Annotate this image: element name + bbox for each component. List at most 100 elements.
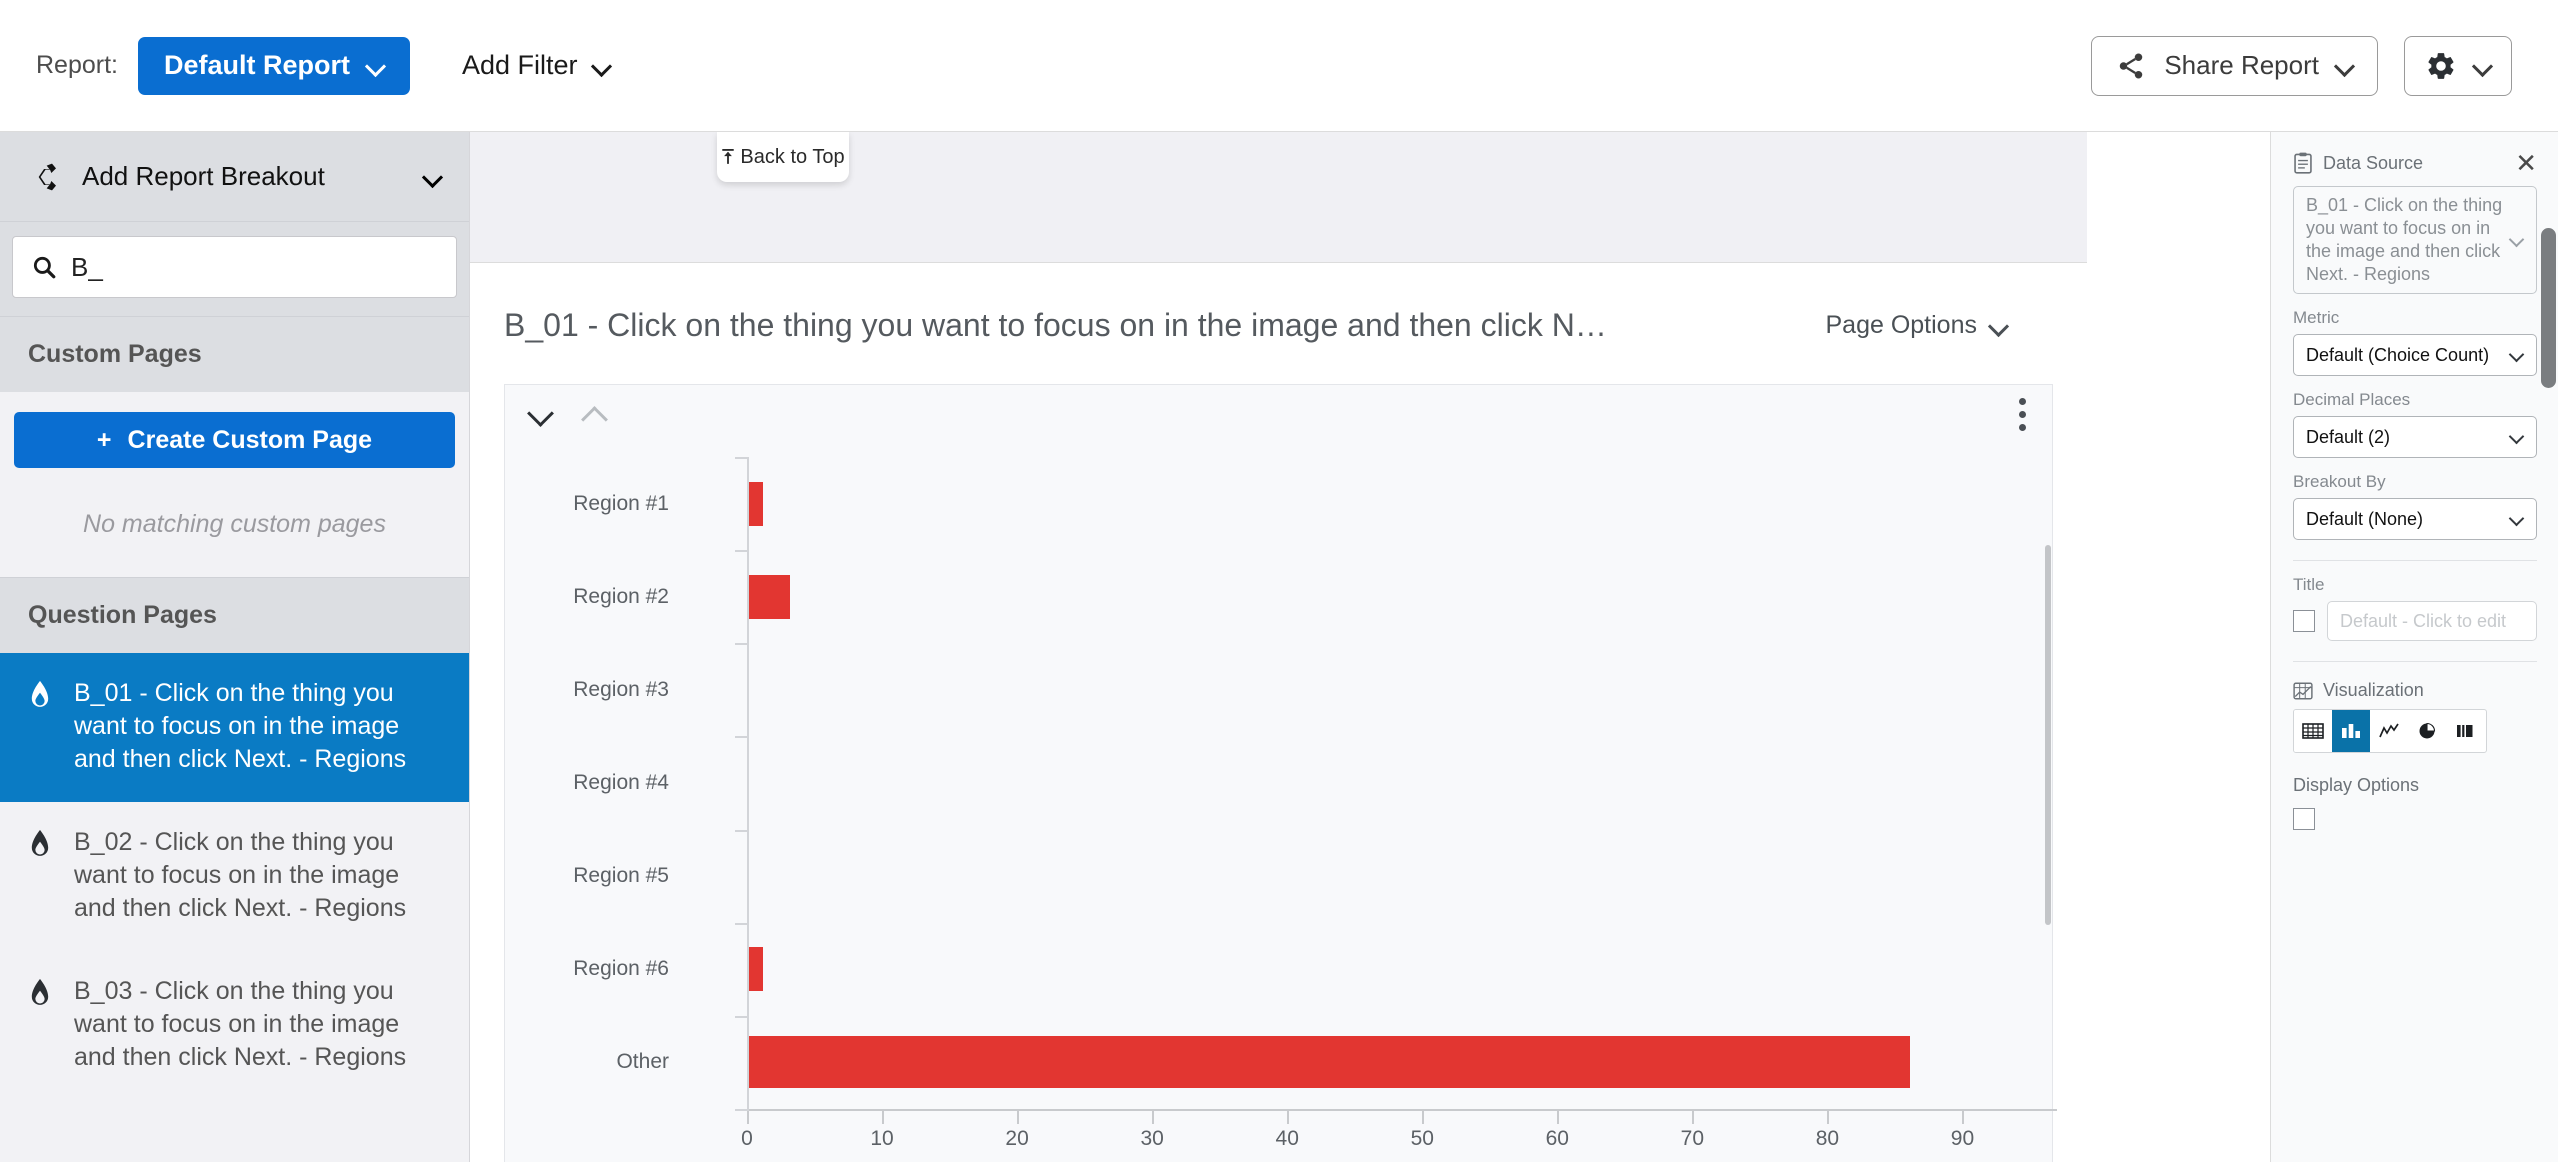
chevron-down-icon <box>2511 349 2524 362</box>
sidebar-item-b01[interactable]: B_01 - Click on the thing you want to fo… <box>0 653 469 802</box>
close-icon[interactable]: ✕ <box>2515 150 2537 176</box>
report-label: Report: <box>36 51 118 79</box>
add-filter-label: Add Filter <box>462 50 578 80</box>
left-sidebar: Add Report Breakout B_ Custom Pages + Cr… <box>0 132 470 1162</box>
share-report-label: Share Report <box>2164 50 2319 80</box>
metric-select[interactable]: Default (Choice Count) <box>2293 334 2537 377</box>
title-row: Default - Click to edit <box>2271 601 2558 642</box>
chart-card: Region #1 Region #2 Region #3 Region #4 Regi… <box>504 384 2057 1162</box>
x-axis-tick <box>1557 1111 1560 1124</box>
bar-chart: Region #1 Region #2 Region #3 Region #4 Regi… <box>505 443 2057 1162</box>
visualization-type-group <box>2293 709 2487 754</box>
y-axis-label: Region #1 <box>573 491 669 515</box>
x-axis-tick <box>1692 1111 1695 1124</box>
decimal-places-value: Default (2) <box>2306 426 2391 447</box>
create-custom-page-label: Create Custom Page <box>127 425 373 454</box>
page-options-button[interactable]: Page Options <box>1826 311 2054 340</box>
data-source-title: Data Source <box>2323 152 2424 173</box>
breakout-by-select[interactable]: Default (None) <box>2293 498 2537 541</box>
x-axis-tick <box>882 1111 885 1124</box>
kebab-dot <box>2019 397 2026 405</box>
metric-label: Metric <box>2293 308 2340 328</box>
pie-chart-icon[interactable] <box>2408 710 2446 753</box>
x-axis-tick <box>1017 1111 1020 1124</box>
kebab-dot <box>2019 423 2026 431</box>
search-input[interactable]: B_ <box>12 236 457 298</box>
chevron-down-icon <box>368 58 384 74</box>
breakout-icon <box>28 161 60 193</box>
page-scrollbar-thumb[interactable] <box>2541 228 2556 388</box>
add-filter-button[interactable]: Add Filter <box>440 37 632 95</box>
x-axis-label: 30 <box>1140 1127 1164 1150</box>
metric-field: Metric Default (Choice Count) <box>2271 308 2558 377</box>
display-options-checkbox[interactable] <box>2293 808 2315 831</box>
title-checkbox[interactable] <box>2293 610 2315 633</box>
chevron-down-icon <box>594 58 610 74</box>
flame-icon <box>28 677 52 776</box>
back-to-top-label: Back to Top <box>740 145 845 168</box>
page-scrollbar-track[interactable] <box>2540 132 2558 1162</box>
page-header: B_01 - Click on the thing you want to fo… <box>470 263 2087 344</box>
default-report-button[interactable]: Default Report <box>137 36 410 95</box>
visualization-header: Visualization <box>2271 662 2558 709</box>
panel-divider <box>2293 560 2537 562</box>
create-custom-page-container: + Create Custom Page <box>0 392 469 484</box>
x-axis-line <box>747 1109 2057 1111</box>
y-axis-line <box>747 457 749 1109</box>
share-report-button[interactable]: Share Report <box>2091 35 2378 96</box>
x-axis-label: 70 <box>1680 1127 1705 1150</box>
decimal-places-label: Decimal Places <box>2293 390 2411 410</box>
bar[interactable] <box>749 481 763 526</box>
top-toolbar: Report: Default Report Add Filter Share … <box>0 0 2558 132</box>
y-axis-tick <box>735 643 749 646</box>
bar[interactable] <box>749 574 790 619</box>
page-options-label: Page Options <box>1825 311 1978 339</box>
display-options-label: Display Options <box>2293 775 2420 796</box>
kebab-dot <box>2019 410 2026 418</box>
top-toolbar-right: Share Report <box>2091 35 2558 96</box>
data-source-select[interactable]: B_01 - Click on the thing you want to fo… <box>2293 186 2537 295</box>
chart-menu-button[interactable] <box>2019 397 2026 431</box>
title-field: Title <box>2271 575 2558 595</box>
x-axis-label: 20 <box>1005 1127 1029 1150</box>
sidebar-item-label: B_02 - Click on the thing you want to fo… <box>74 828 407 922</box>
question-pages-header: Question Pages <box>0 577 469 653</box>
no-custom-pages-message: No matching custom pages <box>0 484 469 577</box>
table-icon[interactable] <box>2294 710 2332 753</box>
chevron-down-icon[interactable] <box>531 404 551 424</box>
x-axis-tick <box>1827 1111 1830 1124</box>
title-label: Title <box>2293 575 2325 595</box>
chart-scrollbar-thumb[interactable] <box>2045 545 2051 925</box>
title-input[interactable]: Default - Click to edit <box>2327 601 2537 642</box>
sidebar-item-b03[interactable]: B_03 - Click on the thing you want to fo… <box>0 951 469 1100</box>
x-axis-label: 60 <box>1545 1127 1569 1150</box>
column-chart-icon[interactable] <box>2446 710 2484 753</box>
bar[interactable] <box>749 947 763 992</box>
chevron-down-icon <box>2511 431 2524 444</box>
chart-plot-area: Region #1 Region #2 Region #3 Region #4 Regi… <box>505 443 2057 1162</box>
chevron-up-icon[interactable] <box>585 404 605 424</box>
y-axis-tick <box>735 736 749 739</box>
flame-icon <box>28 826 52 925</box>
search-icon <box>31 254 57 280</box>
x-axis-label: 40 <box>1275 1127 1299 1150</box>
x-axis-label: 10 <box>870 1127 894 1150</box>
add-report-breakout-button[interactable]: Add Report Breakout <box>0 132 469 222</box>
back-to-top-button[interactable]: Back to Top <box>717 132 849 182</box>
create-custom-page-button[interactable]: + Create Custom Page <box>14 412 455 468</box>
line-chart-icon[interactable] <box>2370 710 2408 753</box>
bar[interactable] <box>749 1036 1911 1089</box>
chevron-down-icon <box>1991 318 2007 334</box>
sidebar-item-b02[interactable]: B_02 - Click on the thing you want to fo… <box>0 802 469 951</box>
data-source-header: Data Source ✕ <box>2271 132 2558 186</box>
search-input-value: B_ <box>71 251 103 282</box>
share-icon <box>2116 51 2146 81</box>
y-axis-tick <box>735 922 749 925</box>
bar-chart-icon[interactable] <box>2332 710 2370 753</box>
decimal-places-select[interactable]: Default (2) <box>2293 416 2537 459</box>
chevron-down-icon <box>425 169 441 185</box>
decimal-places-field: Decimal Places Default (2) <box>2271 390 2558 459</box>
y-axis-tick <box>735 550 749 553</box>
settings-button[interactable] <box>2404 35 2512 96</box>
y-axis-tick <box>735 457 749 459</box>
